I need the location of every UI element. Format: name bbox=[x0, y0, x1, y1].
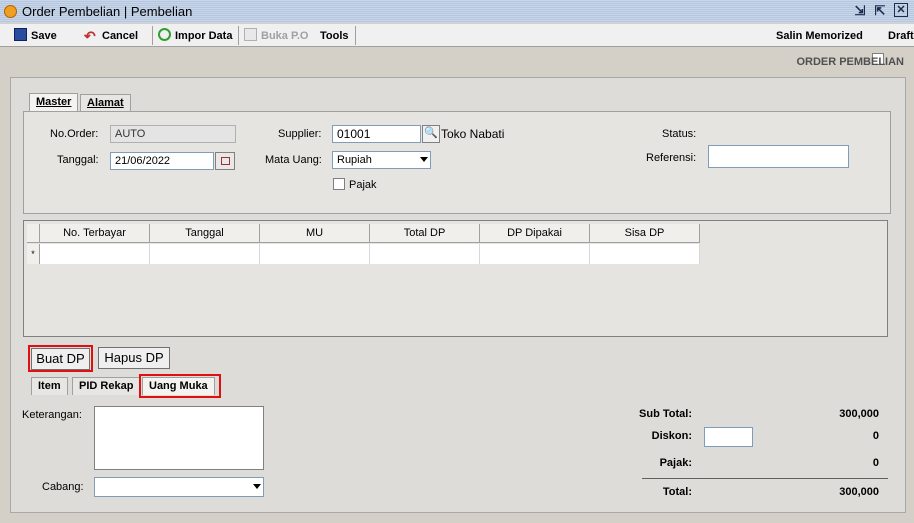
document-icon bbox=[244, 28, 257, 41]
hapus-dp-button[interactable]: Hapus DP bbox=[98, 347, 170, 369]
mata-uang-select[interactable]: Rupiah bbox=[332, 151, 431, 169]
buat-dp-button[interactable]: Buat DP bbox=[31, 348, 90, 370]
pajak-checkbox-label: Pajak bbox=[349, 179, 377, 191]
no-order-field[interactable]: AUTO bbox=[110, 125, 236, 143]
tab-master[interactable]: Master bbox=[29, 93, 79, 111]
window-title: Order Pembelian | Pembelian bbox=[22, 4, 193, 19]
toolbar-separator bbox=[238, 26, 239, 45]
diskon-field[interactable] bbox=[704, 427, 753, 447]
sub-total-label: Sub Total: bbox=[639, 408, 692, 420]
total-value: 300,000 bbox=[839, 486, 879, 498]
tab-alamat[interactable]: Alamat bbox=[80, 94, 131, 111]
grid-cell[interactable] bbox=[260, 244, 370, 264]
memorized-button[interactable]: Salin Memorized bbox=[776, 28, 863, 44]
col-mu[interactable]: MU bbox=[260, 224, 370, 243]
grid-cell[interactable] bbox=[480, 244, 590, 264]
col-no-terbayar[interactable]: No. Terbayar bbox=[40, 224, 150, 243]
cabang-label: Cabang: bbox=[42, 481, 84, 493]
search-icon[interactable]: 🔍 bbox=[422, 125, 440, 143]
grid-cell[interactable] bbox=[590, 244, 700, 264]
pajak-total-value: 0 bbox=[872, 457, 879, 469]
supplier-label: Supplier: bbox=[278, 128, 322, 140]
import-label: Impor Data bbox=[175, 30, 233, 42]
tanggal-label: Tanggal: bbox=[57, 154, 99, 166]
toolbar-separator bbox=[152, 26, 153, 45]
close-icon[interactable]: ✕ bbox=[894, 3, 908, 17]
new-row-marker: * bbox=[27, 244, 40, 264]
status-label: Status: bbox=[662, 128, 697, 140]
maximize-icon[interactable]: ⇱ bbox=[872, 3, 888, 19]
keterangan-label: Keterangan: bbox=[22, 409, 82, 421]
cancel-button[interactable]: ↶ Cancel bbox=[84, 28, 138, 44]
tanggal-field[interactable]: 21/06/2022 bbox=[110, 152, 214, 170]
draft-label: Draft bbox=[888, 30, 914, 42]
supplier-field[interactable]: 01001 bbox=[332, 125, 421, 143]
supplier-name: Toko Nabati bbox=[441, 127, 505, 141]
referensi-label: Referensi: bbox=[646, 152, 697, 164]
diskon-value: 0 bbox=[872, 430, 879, 442]
toolbar-separator bbox=[355, 26, 356, 45]
undo-icon: ↶ bbox=[84, 28, 96, 44]
referensi-field[interactable] bbox=[708, 145, 849, 168]
keterangan-textarea[interactable] bbox=[94, 406, 264, 470]
tab-pid-rekap[interactable]: PID Rekap bbox=[72, 377, 141, 395]
col-tanggal[interactable]: Tanggal bbox=[150, 224, 260, 243]
import-data-button[interactable]: Impor Data bbox=[158, 28, 232, 44]
title-bar: Order Pembelian | Pembelian ⇲ ⇱ ✕ bbox=[0, 0, 914, 23]
grid-corner bbox=[27, 224, 40, 243]
grid-cell[interactable] bbox=[40, 244, 150, 264]
mata-uang-value: Rupiah bbox=[337, 154, 372, 166]
sub-total-value: 300,000 bbox=[839, 408, 879, 420]
cabang-select[interactable] bbox=[94, 477, 264, 497]
open-po-button[interactable]: Buka P.O bbox=[244, 28, 309, 44]
save-icon bbox=[14, 28, 27, 41]
tools-menu[interactable]: Tools bbox=[320, 28, 349, 44]
col-sisa-dp[interactable]: Sisa DP bbox=[590, 224, 700, 243]
tab-master-label: Master bbox=[36, 96, 72, 108]
total-label: Total: bbox=[662, 486, 692, 498]
diskon-label: Diskon: bbox=[651, 430, 692, 442]
totals-divider bbox=[642, 478, 888, 479]
tab-item[interactable]: Item bbox=[31, 377, 68, 395]
grid-cell[interactable] bbox=[150, 244, 260, 264]
import-icon bbox=[158, 28, 171, 41]
col-total-dp[interactable]: Total DP bbox=[370, 224, 480, 243]
tab-uang-muka[interactable]: Uang Muka bbox=[142, 377, 215, 395]
save-label: Save bbox=[31, 30, 57, 42]
chevron-down-icon bbox=[420, 157, 428, 162]
toolbar: Save ↶ Cancel Impor Data Buka P.O Tools S… bbox=[0, 24, 914, 65]
grid-cell[interactable] bbox=[370, 244, 480, 264]
tab-alamat-label: Alamat bbox=[87, 97, 124, 109]
chevron-down-icon bbox=[253, 484, 261, 489]
screen-label: ORDER PEMBELIAN bbox=[796, 56, 904, 68]
open-po-label: Buka P.O bbox=[261, 30, 309, 42]
cancel-label: Cancel bbox=[102, 30, 139, 42]
mata-uang-label: Mata Uang: bbox=[265, 154, 322, 166]
app-icon bbox=[4, 5, 17, 18]
pajak-checkbox[interactable] bbox=[333, 178, 345, 190]
no-order-label: No.Order: bbox=[50, 128, 99, 140]
col-dp-dipakai[interactable]: DP Dipakai bbox=[480, 224, 590, 243]
pajak-total-label: Pajak: bbox=[659, 457, 692, 469]
restore-icon[interactable]: ⇲ bbox=[852, 3, 868, 19]
calendar-icon[interactable] bbox=[215, 152, 235, 170]
save-button[interactable]: Save bbox=[14, 28, 57, 44]
